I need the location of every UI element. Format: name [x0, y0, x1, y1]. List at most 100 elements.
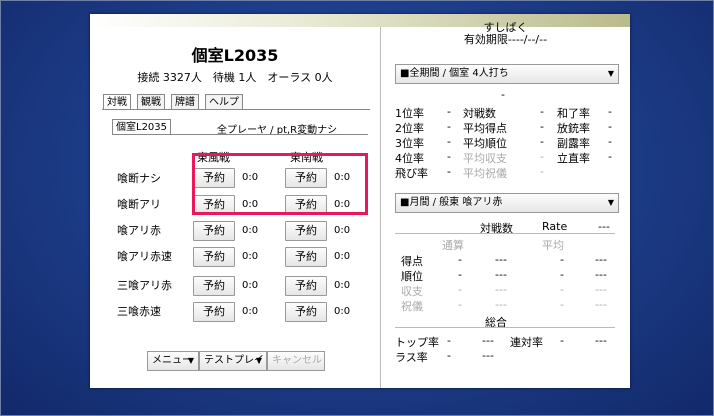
las-rate-value: -: [447, 349, 451, 362]
rule-label: 喰アリ赤速: [117, 250, 172, 263]
stat-value: -: [608, 120, 612, 133]
rentai-rate-value: -: [560, 334, 564, 347]
lobby-window: 個室L2035 接続 3327人 待機 1人 オーラス 0人 対戦 観戦 牌譜 …: [90, 14, 630, 388]
menu-button[interactable]: メニュー ▼: [147, 351, 199, 371]
rentai-rate-label: 連対率: [510, 336, 543, 349]
row-value: -: [458, 283, 462, 296]
column-tonnan: 東南戦: [290, 151, 323, 164]
top-rate-value: -: [447, 334, 451, 347]
reserve-tonnan-button[interactable]: 予約: [285, 195, 327, 215]
expiry-date: 有効期限----/--/--: [463, 33, 548, 46]
rule-label: 三喰赤速: [117, 305, 161, 318]
stat-value: -: [447, 150, 451, 163]
stat-value: -: [608, 105, 612, 118]
divider: [395, 233, 615, 234]
stat-label: 放銃率: [557, 122, 590, 135]
row-value: ---: [495, 253, 507, 266]
row-value: ---: [595, 253, 607, 266]
queue-count: 0:0: [334, 172, 351, 183]
lobby-stats: 接続 3327人 待機 1人 オーラス 0人: [137, 71, 333, 84]
stat-label: 飛び率: [395, 167, 428, 180]
reserve-tonnan-button[interactable]: 予約: [285, 302, 327, 322]
row-value: -: [560, 268, 564, 281]
rule-label: 三喰アリ赤: [117, 279, 172, 292]
divider: [395, 327, 615, 328]
reserve-tonnan-button[interactable]: 予約: [285, 221, 327, 241]
row-value: -: [560, 298, 564, 311]
rentai-rate-value2: ---: [595, 334, 607, 347]
ranking-select-value: ■月間 / 般東 喰アリ赤: [400, 197, 503, 208]
reserve-tonnan-button[interactable]: 予約: [285, 168, 327, 188]
row-value: ---: [595, 283, 607, 296]
average-header: 平均: [542, 239, 564, 252]
stat-value: -: [447, 165, 451, 178]
stat-value: -: [540, 135, 544, 148]
row-value: ---: [495, 283, 507, 296]
period-select[interactable]: ■全期間 / 個室 4人打ち ▼: [395, 64, 619, 84]
period-dash: -: [501, 88, 505, 101]
row-label: 得点: [401, 255, 423, 268]
row-value: ---: [595, 268, 607, 281]
queue-count: 0:0: [334, 280, 351, 291]
reserve-tonpu-button[interactable]: 予約: [193, 276, 235, 296]
stat-label: 平均祝儀: [463, 167, 507, 180]
stat-label: 平均順位: [463, 137, 507, 150]
reserve-tonpu-button[interactable]: 予約: [193, 302, 235, 322]
stat-label: 和了率: [557, 107, 590, 120]
room-title: 個室L2035: [191, 46, 279, 65]
row-value: ---: [495, 268, 507, 281]
cancel-button[interactable]: キャンセル: [267, 351, 325, 371]
reserve-tonpu-button[interactable]: 予約: [193, 221, 235, 241]
queue-count: 0:0: [334, 251, 351, 262]
stat-label: 4位率: [395, 152, 424, 165]
queue-count: 0:0: [334, 199, 351, 210]
queue-count: 0:0: [334, 225, 351, 236]
stat-value: -: [540, 120, 544, 133]
row-label: 収支: [401, 285, 423, 298]
stat-label: 2位率: [395, 122, 424, 135]
row-label: 祝儀: [401, 300, 423, 313]
rule-label: 喰アリ赤: [117, 224, 161, 237]
chevron-down-icon: ▼: [187, 356, 194, 365]
stat-label: 対戦数: [463, 107, 496, 120]
stat-label: 立直率: [557, 152, 590, 165]
subtab-room[interactable]: 個室L2035: [112, 119, 172, 135]
tab-help[interactable]: ヘルプ: [205, 94, 243, 110]
chevron-down-icon: ▼: [255, 356, 262, 365]
reserve-tonpu-button[interactable]: 予約: [193, 195, 235, 215]
menu-label: メニュー: [152, 355, 192, 366]
queue-count: 0:0: [242, 225, 259, 236]
tab-battle[interactable]: 対戦: [103, 94, 131, 110]
stat-label: 3位率: [395, 137, 424, 150]
stat-value: -: [608, 135, 612, 148]
queue-count: 0:0: [334, 306, 351, 317]
row-value: -: [560, 253, 564, 266]
row-value: -: [458, 268, 462, 281]
stat-label: 平均得点: [463, 122, 507, 135]
row-value: -: [458, 253, 462, 266]
reserve-tonnan-button[interactable]: 予約: [285, 276, 327, 296]
chevron-down-icon: ▼: [607, 69, 614, 78]
subtab-divider: [112, 134, 368, 135]
reserve-tonpu-button[interactable]: 予約: [193, 168, 235, 188]
ranking-select[interactable]: ■月間 / 般東 喰アリ赤 ▼: [395, 193, 619, 213]
period-select-value: ■全期間 / 個室 4人打ち: [400, 68, 509, 79]
chevron-down-icon: ▼: [607, 198, 614, 207]
rule-label: 喰断アリ: [117, 198, 161, 211]
rate-header: Rate: [542, 220, 568, 233]
row-value: ---: [595, 298, 607, 311]
queue-count: 0:0: [242, 199, 259, 210]
stat-value: -: [540, 165, 544, 178]
reserve-tonpu-button[interactable]: 予約: [193, 247, 235, 267]
rule-label: 喰断ナシ: [117, 172, 161, 185]
tab-watch[interactable]: 観戦: [137, 94, 165, 110]
queue-count: 0:0: [242, 172, 259, 183]
stat-value: -: [608, 150, 612, 163]
stat-value: -: [447, 135, 451, 148]
reserve-tonnan-button[interactable]: 予約: [285, 247, 327, 267]
top-rate-label: トップ率: [395, 336, 439, 349]
testplay-button[interactable]: テストプレイ ▼: [199, 351, 267, 371]
tab-divider: [102, 109, 370, 110]
stat-value: -: [540, 105, 544, 118]
tab-paifu[interactable]: 牌譜: [171, 94, 199, 110]
